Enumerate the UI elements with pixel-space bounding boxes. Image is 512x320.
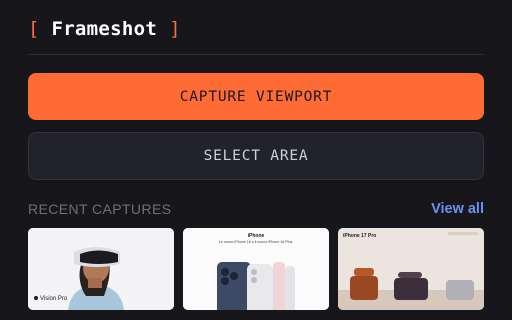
capture-thumbnail-iphone[interactable]: iPhone Le nuovo iPhone 16 e il nuovo iPh… <box>183 228 329 310</box>
capture-caption: iPhone <box>247 233 265 239</box>
app-header: [ Frameshot ] <box>28 14 181 44</box>
capture-viewport-button[interactable]: CAPTURE VIEWPORT <box>28 73 484 120</box>
select-area-button[interactable]: SELECT AREA <box>28 132 484 180</box>
capture-caption: Vision Pro <box>40 296 68 302</box>
recent-captures-title: RECENT CAPTURES <box>28 201 172 217</box>
capture-subtitle: Le nuovo iPhone 16 e il nuovo iPhone 16 … <box>218 240 294 244</box>
capture-thumbnail-iphone-17-pro[interactable]: iPhone 17 Pro <box>338 228 484 310</box>
app-name: Frameshot <box>51 18 158 40</box>
iphone-17-pro-preview <box>338 228 484 310</box>
capture-caption: iPhone 17 Pro <box>343 233 377 239</box>
capture-thumbnail-vision-pro[interactable]: Vision Pro <box>28 228 174 310</box>
bracket-right: ] <box>169 18 181 40</box>
header-divider <box>28 54 484 55</box>
recent-captures-header: RECENT CAPTURES View all <box>28 199 484 219</box>
view-all-link[interactable]: View all <box>431 201 484 217</box>
bracket-left: [ <box>28 18 40 40</box>
recent-captures-list: Vision Pro iPhone Le nuovo iPhone 16 e i… <box>28 228 484 320</box>
